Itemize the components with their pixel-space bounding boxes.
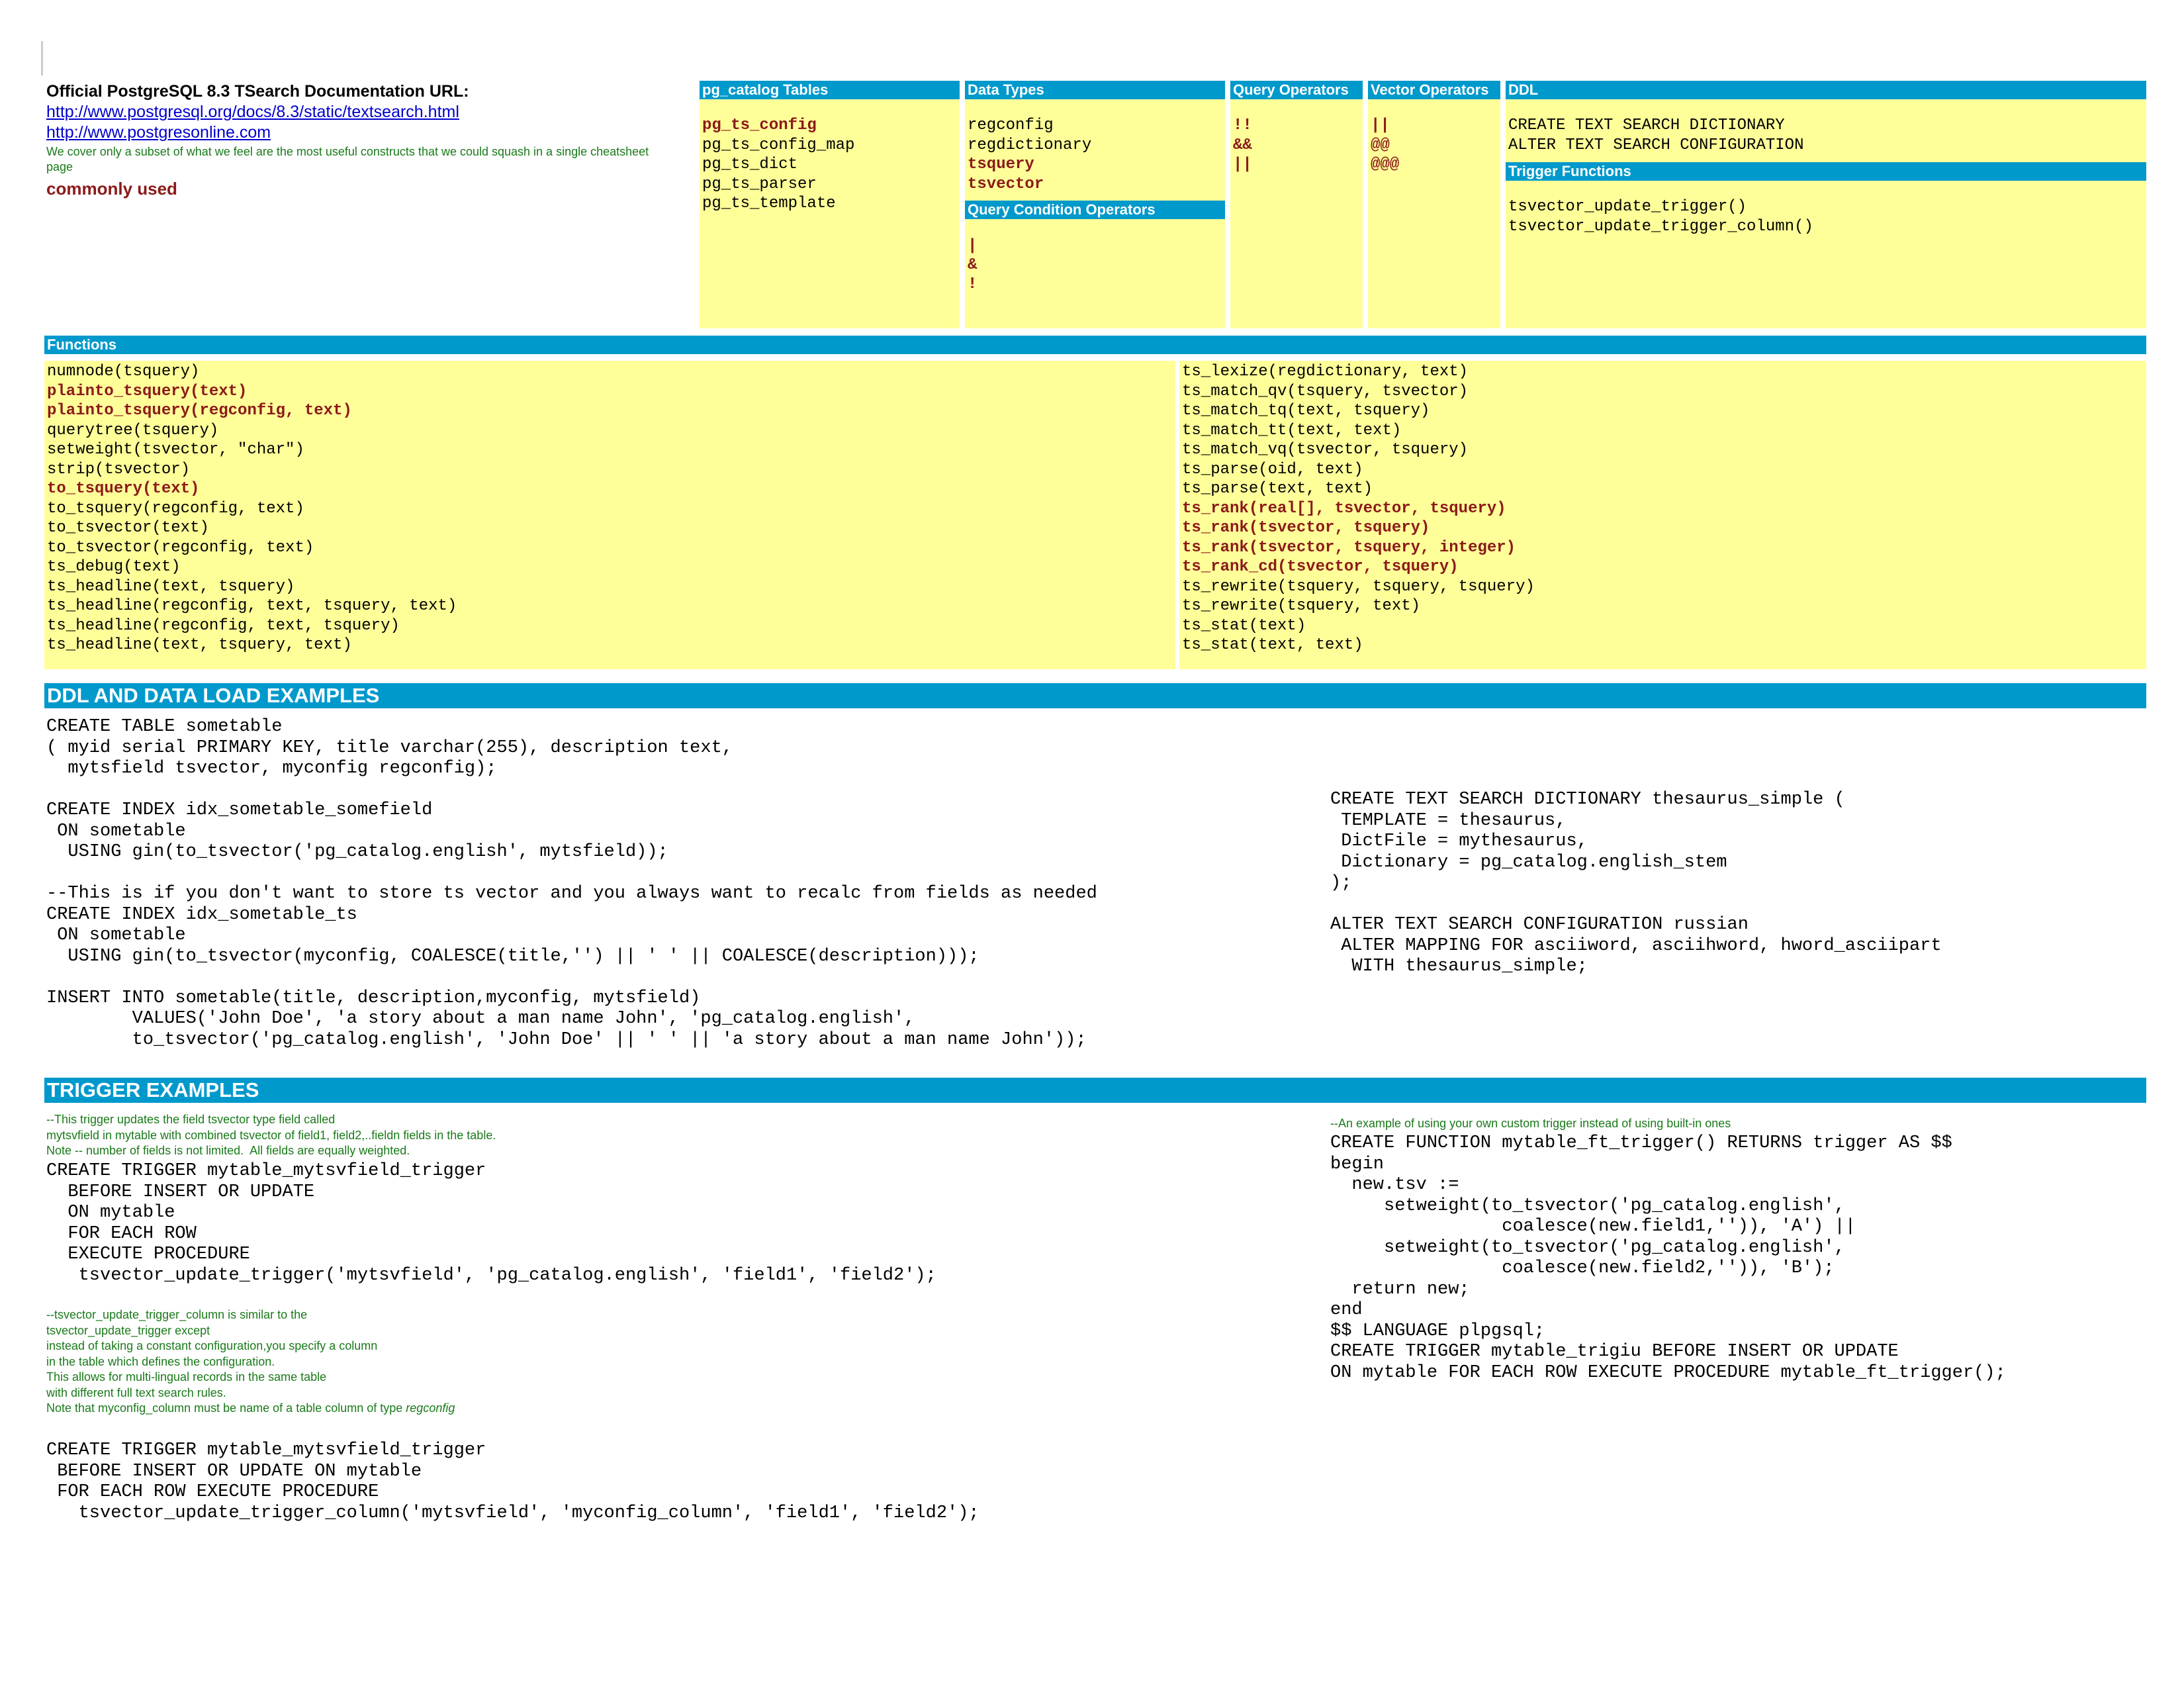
data-types-list: regconfig regdictionary tsquery tsvector: [965, 116, 1225, 194]
list-item: ts_rewrite(tsquery, tsquery, tsquery): [1182, 577, 1535, 596]
list-item: querytree(tsquery): [47, 421, 219, 440]
list-item: pg_ts_parser: [702, 175, 817, 193]
list-item: to_tsquery(text): [47, 480, 200, 498]
list-item: !: [968, 275, 978, 293]
list-item: ts_rank(real[], tsvector, tsquery): [1182, 499, 1506, 518]
functions-left-list: numnode(tsquery) plainto_tsquery(text)pla…: [44, 362, 1175, 655]
list-item: ts_debug(text): [47, 558, 181, 576]
query-condition-operators-header: Query Condition Operators: [965, 201, 1225, 219]
list-item: regdictionary: [968, 136, 1092, 154]
trigger-functions-header: Trigger Functions: [1506, 162, 2146, 181]
data-types-header: Data Types: [965, 81, 1225, 99]
doc-title: Official PostgreSQL 8.3 TSearch Document…: [46, 82, 469, 101]
ddl-list: CREATE TEXT SEARCH DICTIONARY ALTER TEXT …: [1506, 116, 2146, 155]
list-item: ts_rank(tsvector, tsquery): [1182, 519, 1430, 537]
functions-right-list: ts_lexize(regdictionary, text) ts_match_q…: [1179, 362, 2146, 655]
list-item: ts_headline(text, tsquery): [47, 577, 295, 596]
list-item: ts_stat(text): [1182, 616, 1306, 635]
list-item: pg_ts_dict: [702, 156, 798, 173]
list-item: pg_ts_config: [702, 117, 817, 134]
list-item: pg_ts_config_map: [702, 136, 855, 154]
list-item: numnode(tsquery): [47, 363, 200, 381]
trigger-comment-2: --tsvector_update_trigger_column is simi…: [46, 1308, 378, 1399]
list-item: ts_headline(text, tsquery, text): [47, 636, 352, 654]
list-item: ts_match_tq(text, tsquery): [1182, 402, 1430, 420]
trigger-comment-2-last-em: regconfig: [406, 1401, 455, 1415]
ddl-header: DDL: [1506, 81, 2146, 99]
list-item: tsvector_update_trigger(): [1508, 198, 1747, 216]
functions-header: Functions: [44, 336, 2146, 354]
list-item: pg_ts_template: [702, 195, 836, 212]
pg-catalog-list: pg_ts_config pg_ts_config_map pg_ts_dictpg…: [700, 116, 960, 214]
vector-operators-box: Vector Operators || @@ @@@: [1368, 81, 1500, 328]
trigger-comment-2-block: --tsvector_update_trigger_column is simi…: [46, 1307, 455, 1417]
doc-info: Official PostgreSQL 8.3 TSearch Document…: [46, 81, 668, 199]
list-item: ts_parse(text, text): [1182, 480, 1373, 498]
ddl-box: DDL CREATE TEXT SEARCH DICTIONARY ALTER T…: [1506, 81, 2146, 328]
list-item: |: [968, 237, 978, 255]
ddl-examples-right-code: CREATE TEXT SEARCH DICTIONARY thesaurus_…: [1330, 790, 1942, 976]
vector-operators-header: Vector Operators: [1368, 81, 1500, 99]
list-item: ts_lexize(regdictionary, text): [1182, 363, 1469, 381]
trigger-examples-header: TRIGGER EXAMPLES: [44, 1078, 2146, 1103]
data-types-box: Data Types regconfig regdictionary tsquery…: [965, 81, 1225, 328]
vector-operators-list: || @@ @@@: [1368, 116, 1500, 175]
list-item: ts_headline(regconfig, text, tsquery): [47, 616, 400, 635]
list-item: setweight(tsvector, "char"): [47, 441, 304, 459]
list-item: !!: [1233, 117, 1252, 134]
ddl-examples-header: DDL AND DATA LOAD EXAMPLES: [44, 683, 2146, 708]
list-item: @@: [1371, 136, 1390, 154]
trigger-code-1: CREATE TRIGGER mytable_mytsvfield_trigge…: [46, 1161, 936, 1286]
trigger-code-2: CREATE TRIGGER mytable_mytsvfield_trigge…: [46, 1440, 979, 1523]
list-item: ts_headline(regconfig, text, tsquery, te…: [47, 597, 457, 615]
list-item: ts_rewrite(tsquery, text): [1182, 597, 1421, 615]
list-item: to_tsvector(text): [47, 519, 209, 537]
trigger-comment-2-last-text: Note that myconfig_column must be name o…: [46, 1401, 406, 1415]
scope-note: We cover only a subset of what we feel a…: [46, 145, 649, 173]
list-item: ALTER TEXT SEARCH CONFIGURATION: [1508, 136, 1804, 154]
trigger-code-3: CREATE FUNCTION mytable_ft_trigger() RET…: [1330, 1133, 2006, 1383]
list-item: ts_match_tt(text, text): [1182, 421, 1402, 440]
list-item: ts_match_qv(tsquery, tsvector): [1182, 382, 1469, 400]
list-item: tsquery: [968, 156, 1034, 173]
list-item: ||: [1371, 117, 1390, 134]
trigger-comment-2-last: Note that myconfig_column must be name o…: [46, 1401, 455, 1417]
list-item: ts_rank_cd(tsvector, tsquery): [1182, 558, 1459, 576]
list-item: strip(tsvector): [47, 460, 191, 479]
pg-catalog-header: pg_catalog Tables: [700, 81, 960, 99]
query-operators-box: Query Operators !! && ||: [1230, 81, 1363, 328]
list-item: tsvector: [968, 175, 1044, 193]
list-item: plainto_tsquery(regconfig, text): [47, 402, 352, 420]
query-operators-header: Query Operators: [1230, 81, 1363, 99]
list-item: &: [968, 256, 978, 274]
list-item: to_tsvector(regconfig, text): [47, 538, 314, 557]
list-item: &&: [1233, 136, 1252, 154]
list-item: @@@: [1371, 156, 1400, 173]
list-item: ts_parse(oid, text): [1182, 460, 1363, 479]
text-cursor: [41, 41, 43, 75]
list-item: ts_match_vq(tsvector, tsquery): [1182, 441, 1469, 459]
list-item: plainto_tsquery(text): [47, 382, 248, 400]
query-condition-operators-list: | &!: [965, 236, 1225, 294]
postgresql-docs-link[interactable]: http://www.postgresql.org/docs/8.3/stati…: [46, 102, 668, 122]
list-item: ts_stat(text, text): [1182, 636, 1363, 654]
postgresonline-link[interactable]: http://www.postgresonline.com: [46, 122, 668, 143]
list-item: to_tsquery(regconfig, text): [47, 499, 304, 518]
list-item: ts_rank(tsvector, tsquery, integer): [1182, 538, 1516, 557]
list-item: CREATE TEXT SEARCH DICTIONARY: [1508, 117, 1785, 134]
list-item: regconfig: [968, 117, 1054, 134]
trigger-comment-3: --An example of using your own custom tr…: [1330, 1117, 1731, 1130]
trigger-comment-1: --This trigger updates the field tsvecto…: [46, 1113, 496, 1157]
query-operators-list: !! && ||: [1230, 116, 1363, 175]
trigger-functions-list: tsvector_update_trigger() tsvector_update…: [1506, 197, 2146, 236]
list-item: ||: [1233, 156, 1252, 173]
pg-catalog-box: pg_catalog Tables pg_ts_config pg_ts_conf…: [700, 81, 960, 328]
ddl-examples-left-code: CREATE TABLE sometable ( myid serial PRI…: [46, 717, 1097, 1050]
functions-left-box: numnode(tsquery) plainto_tsquery(text)pla…: [44, 361, 1175, 669]
list-item: tsvector_update_trigger_column(): [1508, 217, 1813, 236]
functions-right-box: ts_lexize(regdictionary, text) ts_match_q…: [1179, 361, 2146, 669]
commonly-used-legend: commonly used: [46, 179, 177, 199]
